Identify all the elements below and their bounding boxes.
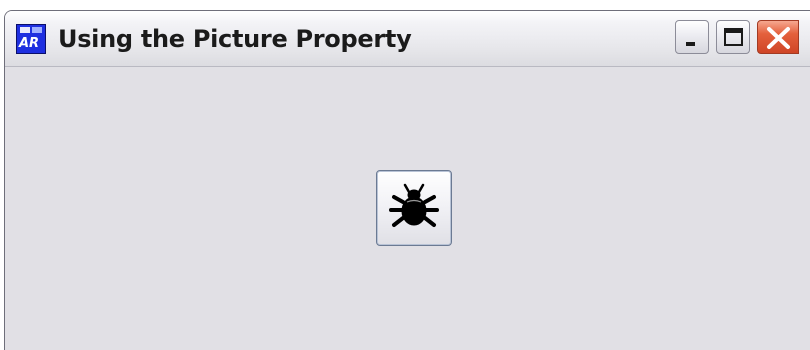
application-window: AR Using the Picture Property: [4, 10, 810, 350]
title-bar[interactable]: AR Using the Picture Property: [5, 11, 810, 67]
close-icon: [767, 27, 790, 49]
bug-icon: [389, 183, 439, 227]
maximize-button[interactable]: [716, 20, 750, 54]
picture-button[interactable]: [376, 170, 452, 246]
close-button[interactable]: [757, 20, 799, 54]
svg-text:AR: AR: [18, 36, 39, 51]
app-window-icon[interactable]: AR: [16, 24, 46, 54]
maximize-icon: [724, 28, 743, 46]
minimize-icon: [686, 42, 695, 46]
minimize-button[interactable]: [675, 20, 709, 54]
window-title: Using the Picture Property: [58, 25, 412, 53]
window-client-area: [5, 67, 810, 350]
